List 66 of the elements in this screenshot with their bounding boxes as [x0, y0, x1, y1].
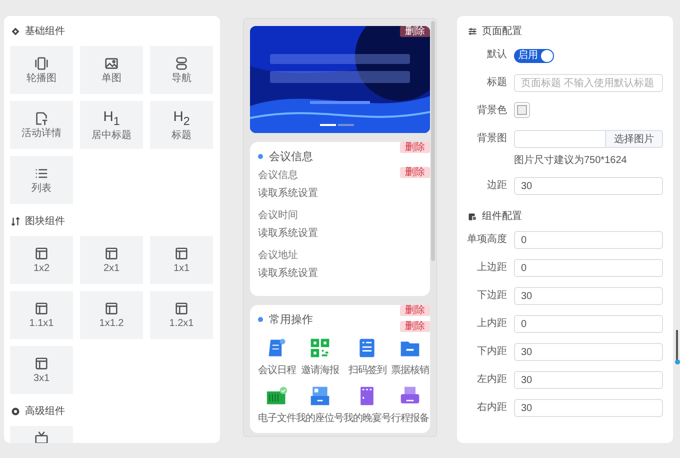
field-label: 边距	[486, 178, 507, 193]
action-item[interactable]: 会议日程	[258, 337, 296, 377]
component-tile[interactable]: 1x1.2	[80, 291, 143, 339]
input-field[interactable]: 0	[514, 315, 663, 333]
input-field[interactable]: 30	[514, 343, 663, 361]
delete-button[interactable]: 删除	[400, 142, 430, 153]
heading-icon: H$_{1}$	[103, 108, 120, 128]
input-field[interactable]: 30	[514, 399, 663, 417]
field-label: 会议时间	[258, 210, 298, 221]
field-label: 会议信息	[258, 170, 298, 181]
field-label: 左内距	[476, 372, 507, 387]
field-value: 读取系统设置	[258, 266, 319, 280]
field-label: 默认	[486, 48, 507, 62]
hint-text: 图片尺寸建议为750*1624	[514, 154, 628, 167]
input-field[interactable]: 30	[514, 177, 663, 195]
delete-button[interactable]: 删除	[400, 26, 430, 37]
action-item[interactable]: 行程报备	[391, 385, 429, 425]
input-field[interactable]: 0	[514, 259, 663, 277]
delete-button[interactable]: 删除	[400, 167, 430, 178]
component-tile[interactable]: 导航	[150, 46, 213, 94]
field-label: 会议地址	[258, 250, 298, 261]
component-tile[interactable]: 轮播图	[10, 46, 73, 94]
input-field[interactable]: 0	[514, 231, 663, 249]
field-label: 上内距	[476, 316, 507, 331]
action-item[interactable]: 我的座位号	[296, 385, 344, 425]
toggle-switch[interactable]: 启用	[514, 49, 554, 63]
action-item[interactable]: 我的晚宴号	[344, 385, 391, 425]
component-tile[interactable]: 1.2x1	[150, 291, 213, 339]
action-item[interactable]: 扫码签到	[344, 337, 391, 377]
component-tile[interactable]: 1x1	[150, 236, 213, 284]
input-field[interactable]: 页面标题 不输入使用默认标题	[514, 74, 663, 92]
component-tile[interactable]: H$_{1}$ 居中标题	[80, 101, 143, 149]
component-tile[interactable]: 列表	[10, 156, 73, 204]
component-tile[interactable]: 2x1	[80, 236, 143, 284]
component-tile[interactable]: 活动详情	[10, 101, 73, 149]
field-label: 右内距	[476, 400, 507, 415]
section-title: 基础组件	[25, 24, 65, 38]
component-tile[interactable]: 3x1	[10, 346, 73, 394]
section-title: 页面配置	[482, 24, 522, 38]
heading-icon: H$_{2}$	[173, 108, 190, 128]
field-label: 背景色	[476, 104, 507, 118]
section-title: 组件配置	[482, 210, 522, 223]
action-item[interactable]: 邀请海报	[296, 337, 344, 377]
delete-button[interactable]: 删除	[400, 305, 430, 316]
card-title: 会议信息	[269, 150, 313, 164]
action-item[interactable]: 票据核销	[391, 337, 429, 377]
field-label: 下内距	[476, 344, 507, 359]
delete-button[interactable]: 删除	[400, 321, 430, 332]
action-item[interactable]: 电子文件	[258, 385, 296, 425]
card-title: 常用操作	[269, 312, 313, 326]
component-tile[interactable]: 1x2	[10, 236, 73, 284]
component-tile[interactable]: 单图	[80, 46, 143, 94]
section-title: 图块组件	[25, 214, 65, 228]
input-field[interactable]: 30	[514, 371, 663, 389]
field-value: 读取系统设置	[258, 226, 319, 240]
field-label: 标题	[486, 76, 507, 90]
field-label: 下边距	[476, 288, 507, 303]
component-tile[interactable]: 1.1x1	[10, 291, 73, 339]
field-label: 上边距	[476, 260, 507, 275]
field-label: 单项高度	[467, 232, 507, 247]
field-label: 背景图	[476, 132, 507, 146]
choose-image-button[interactable]: 选择图片	[606, 130, 663, 148]
input-field[interactable]: 30	[514, 287, 663, 305]
field-value: 读取系统设置	[258, 186, 319, 200]
section-title: 高级组件	[25, 404, 65, 418]
component-tile[interactable]: H$_{2}$ 标题	[150, 101, 213, 149]
